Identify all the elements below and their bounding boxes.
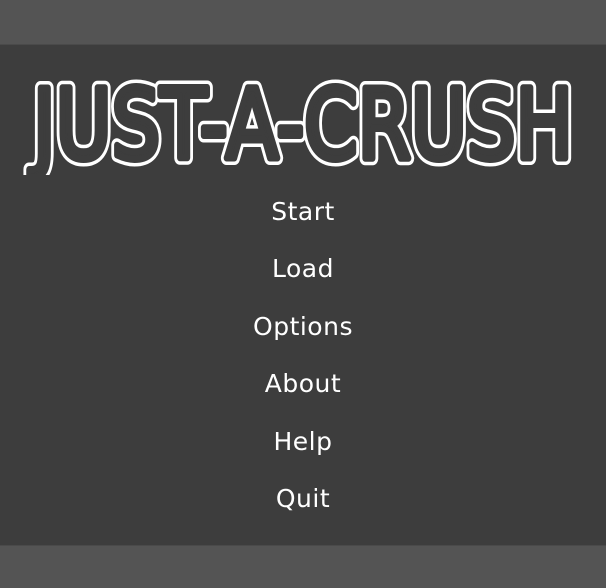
game-title-fill: JUST-A-CRUSH <box>29 70 573 175</box>
game-title-svg: JUST-A-CRUSH JUST-A-CRUSH <box>22 70 580 175</box>
menu-start-button[interactable]: Start <box>271 190 335 247</box>
menu-options-button[interactable]: Options <box>253 305 353 362</box>
game-title-logo: JUST-A-CRUSH JUST-A-CRUSH <box>0 70 606 175</box>
menu-load-button[interactable]: Load <box>272 247 334 304</box>
menu-quit-button[interactable]: Quit <box>276 477 330 534</box>
menu-about-button[interactable]: About <box>265 362 341 419</box>
menu-help-button[interactable]: Help <box>274 420 333 477</box>
main-menu: Start Load Options About Help Quit <box>0 190 606 534</box>
